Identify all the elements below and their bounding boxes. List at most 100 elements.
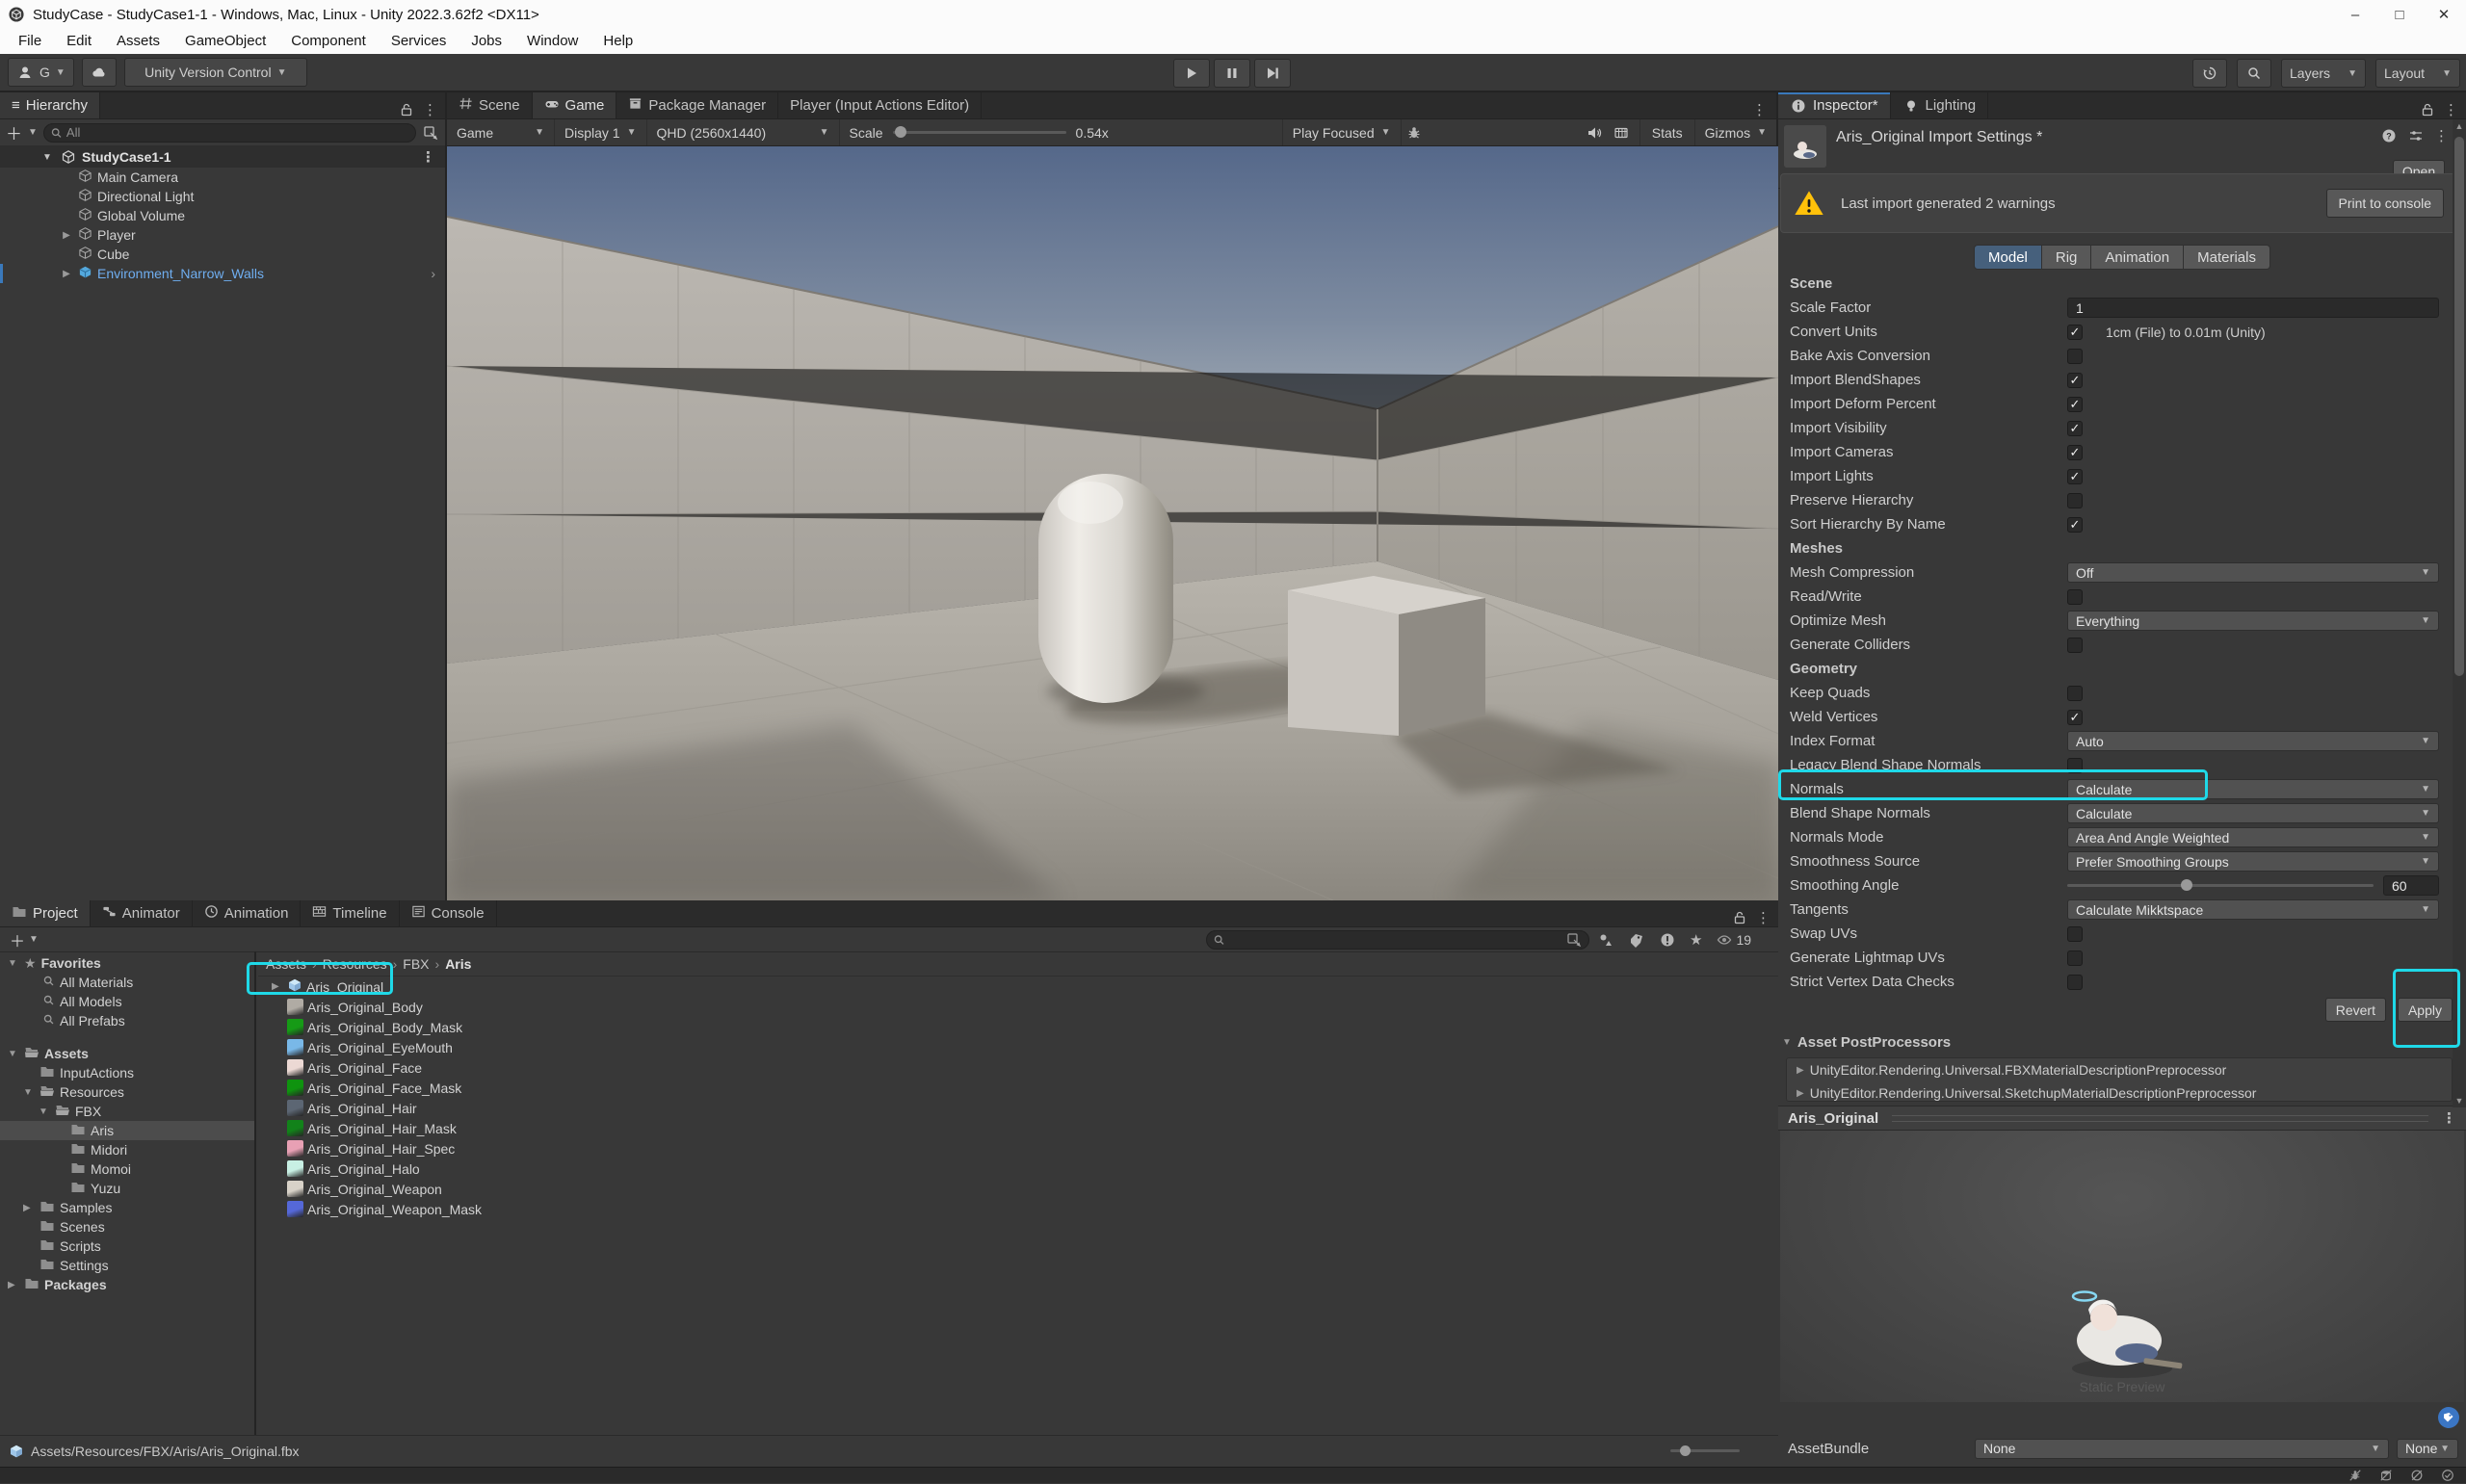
folder-item-resources[interactable]: ▼Resources <box>0 1082 254 1102</box>
inspector-scrollbar[interactable]: ▲ ▼ <box>2453 119 2466 1107</box>
checkbox[interactable]: ✓ <box>2067 421 2083 436</box>
file-item-aris_original_body[interactable]: Aris_Original_Body <box>258 997 1778 1017</box>
cloud-button[interactable] <box>82 58 117 87</box>
hidden-count-toggle[interactable]: 19 <box>1716 931 1751 949</box>
folder-item-yuzu[interactable]: Yuzu <box>0 1179 254 1198</box>
slider-knob[interactable] <box>2181 879 2192 891</box>
debugger-disabled-icon[interactable] <box>2347 1467 2364 1484</box>
pause-button[interactable] <box>1214 59 1250 88</box>
lock-icon[interactable] <box>398 101 415 118</box>
hierarchy-search-input[interactable]: All <box>43 123 416 143</box>
breadcrumb-segment-fbx[interactable]: FBX <box>403 956 429 972</box>
mode-tab-model[interactable]: Model <box>1974 245 2042 270</box>
kebab-menu-icon[interactable]: ⋮ <box>2442 1109 2456 1127</box>
folder-item-midori[interactable]: Midori <box>0 1140 254 1159</box>
favorites-item-all-materials[interactable]: All Materials <box>0 973 254 992</box>
add-button[interactable]: ＋ <box>6 120 22 144</box>
hierarchy-item-environment-narrow-walls[interactable]: ▶Environment_Narrow_Walls› <box>0 264 445 283</box>
menu-jobs[interactable]: Jobs <box>459 29 514 54</box>
menu-file[interactable]: File <box>6 29 54 54</box>
file-item-aris_original_face[interactable]: Aris_Original_Face <box>258 1057 1778 1078</box>
slider-track[interactable] <box>2067 884 2374 887</box>
checkbox[interactable] <box>2067 950 2083 966</box>
foldout-icon[interactable]: ▶ <box>60 269 73 279</box>
zoom-slider-knob[interactable] <box>1680 1445 1691 1456</box>
dropdown[interactable]: Calculate▼ <box>2067 779 2439 799</box>
checkbox[interactable]: ✓ <box>2067 373 2083 388</box>
cache-server-disconnected-icon[interactable] <box>2377 1467 2395 1484</box>
scale-slider[interactable] <box>893 131 1066 134</box>
activity-ok-icon[interactable] <box>2439 1467 2456 1484</box>
checkbox[interactable] <box>2067 638 2083 653</box>
game-viewport[interactable] <box>447 146 1778 900</box>
folder-item-settings[interactable]: Settings <box>0 1256 254 1275</box>
dropdown[interactable]: Calculate▼ <box>2067 803 2439 823</box>
menu-gameobject[interactable]: GameObject <box>172 29 278 54</box>
importance-filter-icon[interactable] <box>1659 931 1676 949</box>
account-button[interactable]: G ▼ <box>8 58 74 87</box>
favorites-item-all-prefabs[interactable]: All Prefabs <box>0 1011 254 1030</box>
file-item-aris_original_hair_mask[interactable]: Aris_Original_Hair_Mask <box>258 1118 1778 1138</box>
layers-dropdown[interactable]: Layers▼ <box>2281 59 2366 88</box>
scale-slider-knob[interactable] <box>895 126 906 138</box>
add-dropdown-icon[interactable]: ▼ <box>29 934 39 945</box>
close-button[interactable]: ✕ <box>2422 0 2466 29</box>
tab-package-manager[interactable]: Package Manager <box>616 92 778 118</box>
add-dropdown-icon[interactable]: ▼ <box>28 127 38 138</box>
foldout-open-icon[interactable]: ▼ <box>39 1106 50 1117</box>
tab-animation[interactable]: Animation <box>193 900 302 926</box>
print-to-console-button[interactable]: Print to console <box>2326 189 2445 218</box>
thumbnail-zoom-slider[interactable] <box>1670 1449 1740 1452</box>
checkbox[interactable] <box>2067 758 2083 773</box>
text-input[interactable]: 1 <box>2067 298 2439 318</box>
folder-item-aris[interactable]: Aris <box>0 1121 254 1140</box>
mode-tab-rig[interactable]: Rig <box>2042 245 2092 270</box>
inspector-tab[interactable]: Inspector* <box>1778 92 1891 118</box>
auto-refresh-disabled-icon[interactable] <box>2408 1467 2426 1484</box>
favorites-root[interactable]: ▼★Favorites <box>0 953 254 973</box>
mode-tab-animation[interactable]: Animation <box>2091 245 2184 270</box>
minimize-button[interactable]: – <box>2333 0 2377 29</box>
scroll-down-icon[interactable]: ▼ <box>2453 1096 2466 1106</box>
lock-icon[interactable] <box>1731 909 1748 926</box>
hierarchy-item-cube[interactable]: Cube <box>0 245 445 264</box>
checkbox[interactable]: ✓ <box>2067 469 2083 484</box>
gizmos-dropdown[interactable]: Gizmos▼ <box>1694 119 1776 145</box>
menu-services[interactable]: Services <box>379 29 459 54</box>
kebab-menu-icon[interactable]: ⋮ <box>1752 101 1776 118</box>
maximize-button[interactable]: □ <box>2377 0 2422 29</box>
file-item-aris_original_hair[interactable]: Aris_Original_Hair <box>258 1098 1778 1118</box>
menu-help[interactable]: Help <box>590 29 645 54</box>
tab-console[interactable]: Console <box>400 900 497 926</box>
checkbox[interactable]: ✓ <box>2067 325 2083 340</box>
assetbundle-dropdown[interactable]: None▼ <box>1975 1439 2389 1459</box>
debug-bug-icon[interactable] <box>1405 124 1423 142</box>
foldout-icon[interactable]: ▶ <box>60 230 73 241</box>
undo-history-button[interactable] <box>2192 59 2227 88</box>
hierarchy-item-player[interactable]: ▶Player <box>0 225 445 245</box>
checkbox[interactable] <box>2067 686 2083 701</box>
menu-edit[interactable]: Edit <box>54 29 104 54</box>
version-control-button[interactable]: Unity Version Control ▼ <box>124 58 307 87</box>
breadcrumb-segment-assets[interactable]: Assets <box>266 956 306 972</box>
foldout-closed-icon[interactable]: ▶ <box>23 1203 35 1213</box>
display-dropdown[interactable]: Display 1▼ <box>555 119 647 145</box>
resolution-dropdown[interactable]: QHD (2560x1440)▼ <box>647 119 840 145</box>
presets-icon[interactable] <box>2407 127 2425 144</box>
dropdown[interactable]: Off▼ <box>2067 562 2439 583</box>
file-item-aris_original[interactable]: ▶Aris_Original <box>258 976 1778 997</box>
tab-game[interactable]: Game <box>533 92 617 118</box>
foldout-open-icon[interactable]: ▼ <box>8 958 19 969</box>
menu-window[interactable]: Window <box>514 29 590 54</box>
foldout-closed-icon[interactable]: ▶ <box>272 981 283 992</box>
metrics-icon[interactable] <box>1613 124 1630 142</box>
kebab-menu-icon[interactable]: ⋮ <box>2444 101 2458 118</box>
help-icon[interactable]: ? <box>2380 127 2398 144</box>
revert-button[interactable]: Revert <box>2325 998 2386 1022</box>
file-item-aris_original_hair_spec[interactable]: Aris_Original_Hair_Spec <box>258 1138 1778 1159</box>
stats-button[interactable]: Stats <box>1640 119 1683 145</box>
mute-audio-icon[interactable] <box>1586 124 1603 142</box>
play-focused-dropdown[interactable]: Play Focused▼ <box>1282 119 1402 145</box>
scene-row[interactable]: ▼ StudyCase1-1 ⋮ <box>0 146 445 168</box>
scroll-up-icon[interactable]: ▲ <box>2453 121 2466 131</box>
